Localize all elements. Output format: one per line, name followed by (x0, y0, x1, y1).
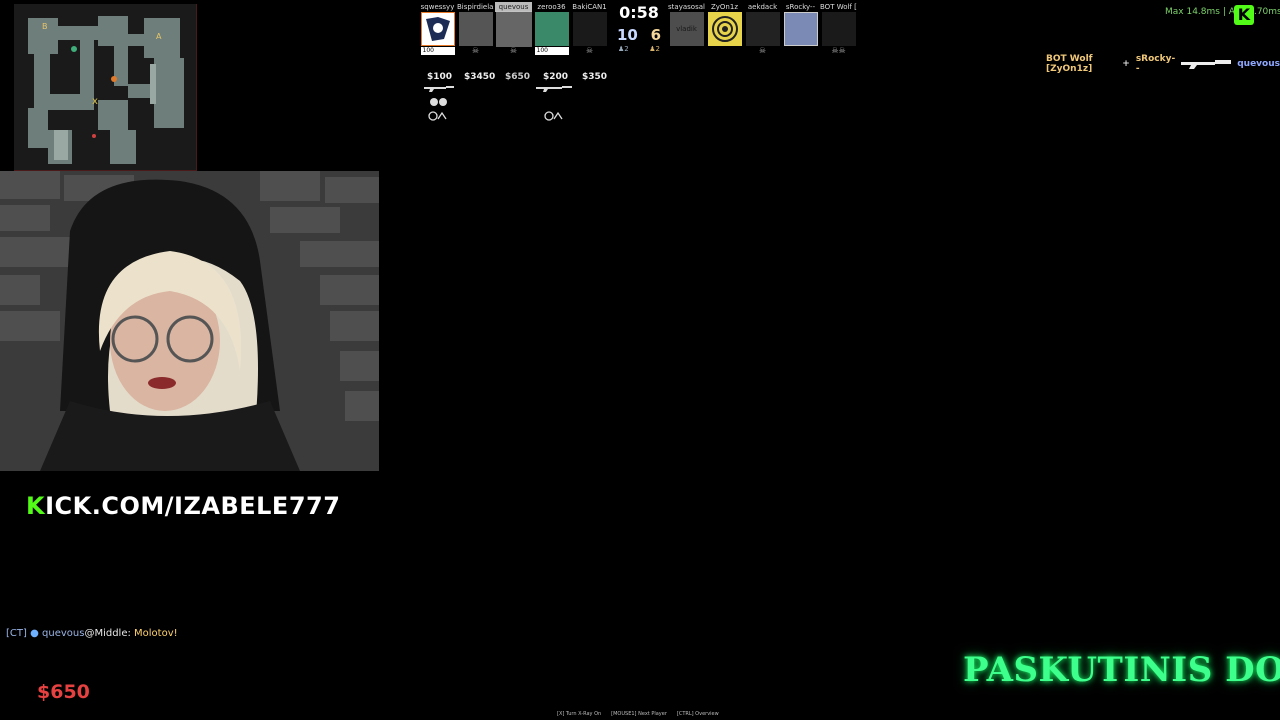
skull-icon: ☠☠ (831, 46, 846, 55)
player-cash: $650 (37, 681, 90, 703)
defuse-kit-icon (428, 111, 448, 124)
player-name: stayasosal (668, 3, 705, 11)
rifle-icon (536, 84, 572, 95)
webcam-feed (0, 171, 379, 471)
ct-score: 10 (617, 26, 638, 44)
player-hp: 100 (420, 47, 455, 55)
kick-channel-link: KICK.COM/IZABELE777 (26, 492, 340, 520)
skull-icon: ☠ (471, 46, 480, 55)
rifle-icon (424, 84, 454, 95)
ct-team-panel: sqwessyy 100 Bispirdielas ☠ quevous ☠ ze… (419, 2, 608, 56)
skull-icon: ☠ (585, 46, 594, 55)
stream-overlay-text: PASKUTINIS DO (963, 650, 1280, 690)
t-player-card[interactable]: sRocky-- (782, 2, 819, 56)
t-alive-count: ♟2 (649, 45, 660, 53)
player-avatar (420, 12, 455, 46)
player-name: BakiCAN1 (572, 3, 607, 11)
chat-text: Molotov! (134, 628, 178, 639)
t-score: 6 (650, 26, 661, 44)
player-name: aekdack (747, 3, 778, 11)
player-name: sRocky-- (785, 3, 816, 11)
hint-overview: [CTRL] Overview (676, 711, 719, 717)
player-avatar (534, 12, 569, 46)
player-avatar (783, 12, 818, 46)
defuse-kit-icon (544, 111, 564, 124)
ct-alive-count: ♟2 (618, 45, 629, 53)
radar-site-b-label: B (42, 22, 48, 31)
player-avatar (707, 12, 742, 46)
killfeed-attacker: BOT Wolf [ZyOn1z] (1046, 54, 1093, 74)
player-money: $200 (543, 72, 569, 82)
ct-player-card[interactable]: Bispirdielas ☠ (457, 2, 494, 56)
ct-player-card[interactable]: sqwessyy 100 (419, 2, 456, 56)
t-player-card[interactable]: aekdack ☠ (744, 2, 781, 56)
hint-xray: [X] Turn X-Ray On (557, 711, 602, 717)
round-timer: 0:58 (619, 3, 659, 22)
player-money: $650 (505, 72, 531, 82)
killfeed-assist: sRocky-- (1135, 54, 1176, 74)
player-avatar (458, 12, 493, 46)
player-name: zeroo36 (537, 3, 566, 11)
svg-text:x: x (92, 96, 98, 107)
chat-team-tag: [CT] (6, 628, 27, 639)
player-avatar (745, 12, 780, 46)
spectator-hints: [X] Turn X-Ray On [MOUSE1] Next Player [… (557, 711, 719, 717)
killfeed-entry: BOT Wolf [ZyOn1z] + sRocky-- quevous (1046, 54, 1280, 74)
kick-logo-letter: K (26, 492, 46, 520)
kick-channel-url: ICK.COM/IZABELE777 (45, 492, 341, 520)
t-player-card[interactable]: BOT Wolf [Z... ☠☠ (820, 2, 857, 56)
rifle-icon (1181, 57, 1232, 72)
player-avatar (495, 11, 532, 47)
player-money: $350 (582, 72, 608, 82)
player-avatar: vladik (669, 12, 704, 46)
chat-player-name: quevous (42, 628, 85, 639)
round-timer-panel: 0:58 10 6 ♟2 ♟2 (612, 3, 666, 53)
player-name: quevous (495, 2, 532, 12)
avatar-text: vladik (676, 25, 697, 33)
t-player-card[interactable]: ZyOn1z (706, 2, 743, 56)
player-name: BOT Wolf [Z... (820, 3, 857, 11)
kick-logo-icon: K (1234, 5, 1254, 25)
player-avatar (821, 12, 856, 46)
chat-location: @Middle: (84, 628, 131, 639)
killfeed-plus: + (1122, 59, 1130, 69)
t-team-panel: stayasosal vladik ZyOn1z aekdack ☠ sRock… (668, 2, 857, 56)
skull-icon: ☠ (758, 46, 767, 55)
player-name: sqwessyy (420, 3, 455, 11)
radar-minimap: x B A (14, 4, 197, 171)
player-name: Bispirdielas (457, 3, 494, 11)
ct-player-card[interactable]: zeroo36 100 (533, 2, 570, 56)
player-money: $3450 (464, 72, 496, 82)
player-avatar (572, 12, 607, 46)
grenade-icon (430, 95, 448, 110)
hint-next-player: [MOUSE1] Next Player (611, 711, 667, 717)
network-stats: Max 14.8ms | Avg 0.70ms (1165, 7, 1280, 17)
killfeed-victim: quevous (1237, 59, 1280, 69)
ct-player-card[interactable]: BakiCAN1 ☠ (571, 2, 608, 56)
player-hp: 100 (534, 47, 569, 55)
player-name: ZyOn1z (710, 3, 738, 11)
chat-player-dot: ● (30, 628, 39, 639)
radar-site-a-label: A (156, 32, 162, 41)
chat-message: [CT] ● quevous@Middle: Molotov! (6, 628, 178, 639)
skull-icon: ☠ (509, 46, 518, 55)
t-player-card[interactable]: stayasosal vladik (668, 2, 705, 56)
ct-player-card-selected[interactable]: quevous ☠ (495, 2, 532, 56)
player-money: $100 (427, 72, 453, 82)
